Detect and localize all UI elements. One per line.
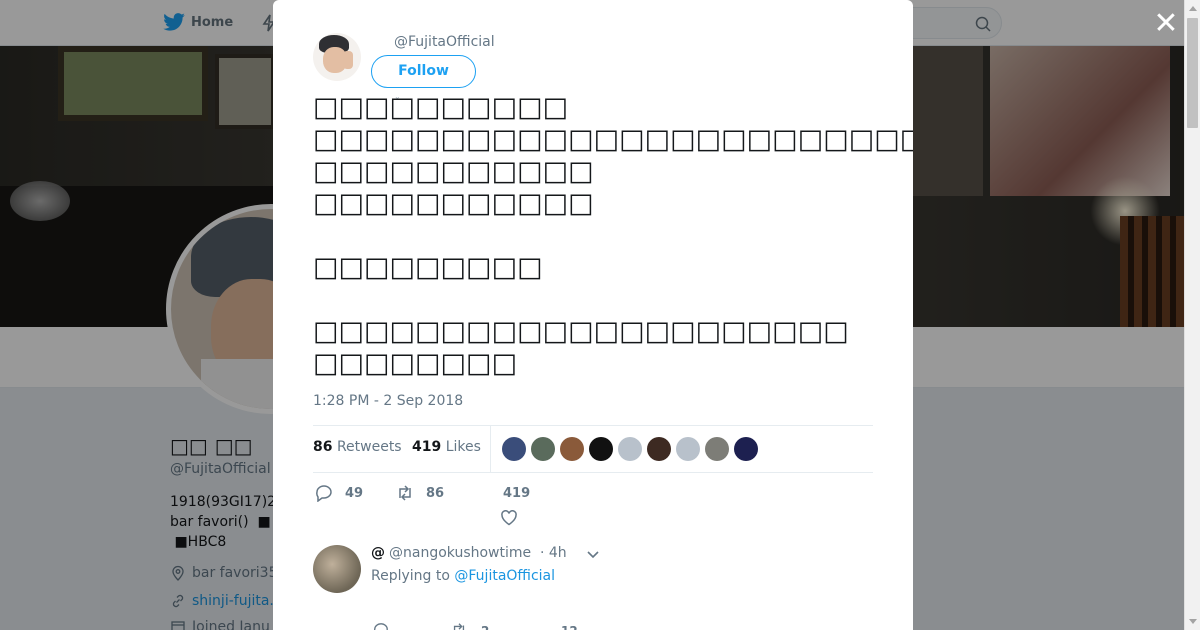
tweet-text-line: □□□□□□□□□□□□□□□□□□□□□ (313, 316, 849, 347)
reply-icon[interactable] (373, 622, 389, 630)
retweet-icon (399, 485, 411, 501)
replying-to-prefix: Replying to (371, 568, 450, 584)
author-handle[interactable]: @FujitaOfficial (394, 34, 495, 50)
reply-button[interactable]: 49 (315, 484, 363, 502)
liker-avatar[interactable] (618, 437, 642, 461)
reply-author-name[interactable]: @ (371, 545, 385, 561)
tweet-modal: @FujitaOfficial Follow ⌄ □□□□□□□□□□ □□□□… (273, 0, 913, 630)
retweet-count: 86 (426, 485, 445, 501)
retweet-icon[interactable] (451, 622, 467, 630)
scroll-down-arrow[interactable] (1189, 619, 1197, 624)
liker-avatar[interactable] (734, 437, 758, 461)
reply-avatar[interactable] (313, 545, 361, 593)
tweet-text-line (313, 284, 913, 316)
liker-avatar[interactable] (705, 437, 729, 461)
likers-avatars (502, 437, 758, 461)
reply-author-handle[interactable]: @nangokushowtime (389, 545, 531, 561)
reply-count: 49 (345, 485, 364, 501)
liker-avatar[interactable] (676, 437, 700, 461)
reply-actions: 2 12 (371, 622, 671, 630)
reply-tweet[interactable]: @ @nangokushowtime · 4h Replying to @Fuj… (313, 545, 873, 630)
likes-count: 419 (412, 439, 442, 455)
liker-avatar[interactable] (589, 437, 613, 461)
like-count: 419 (503, 486, 531, 501)
tweet-text: □□□□□□□□□□ □□□□□□□□□□□□□□□□□□□□□□□□ □□□□□… (313, 92, 913, 380)
tweet-text-line: □□□□□□□□□ (313, 252, 543, 283)
tweet-text-line (313, 220, 913, 252)
tweet-text-line: □□□□□□□□ (313, 348, 518, 379)
liker-avatar[interactable] (647, 437, 671, 461)
liker-avatar[interactable] (502, 437, 526, 461)
liker-avatar[interactable] (560, 437, 584, 461)
tweet-text-line: □□□□□□□□□□□□□□□□□□□□□□□□□□□□□□□□□□□□□ (313, 124, 913, 155)
follow-button[interactable]: Follow (371, 55, 476, 88)
replying-to: Replying to @FujitaOfficial (371, 568, 555, 584)
reply-icon (316, 485, 332, 502)
close-icon[interactable]: ✕ (1152, 9, 1180, 39)
liker-avatar[interactable] (531, 437, 555, 461)
tweet-text-line: □□□□□□□□□□□ (313, 156, 594, 187)
scroll-up-arrow[interactable] (1189, 6, 1197, 11)
likes-label: Likes (445, 439, 481, 455)
reply-retweet-count: 2 (481, 624, 489, 630)
heart-icon[interactable] (500, 509, 518, 527)
tweet-text-line: □□□□□□□□□□ (313, 92, 569, 123)
retweets-count: 86 (313, 439, 333, 455)
retweets-label: Retweets (336, 439, 402, 455)
author-avatar[interactable] (313, 33, 361, 81)
tweet-text-line: □□□□□□□□□□□ (313, 188, 594, 219)
replying-to-handle[interactable]: @FujitaOfficial (454, 568, 555, 584)
stats-divider (490, 426, 491, 473)
retweet-button[interactable]: 86 (396, 484, 444, 502)
retweets-stat[interactable]: 86 Retweets (313, 439, 402, 455)
tweet-actions: 49 86 419 (313, 484, 873, 534)
scrollbar[interactable] (1184, 0, 1200, 630)
reply-like-count: 12 (561, 624, 578, 630)
tweet-timestamp[interactable]: 1:28 PM - 2 Sep 2018 (313, 393, 463, 409)
tweet-stats: 86 Retweets 419 Likes (313, 425, 873, 473)
likes-stat[interactable]: 419 Likes (412, 439, 481, 455)
reply-time[interactable]: · 4h (540, 545, 567, 561)
chevron-down-icon[interactable] (586, 547, 600, 561)
scroll-thumb[interactable] (1187, 18, 1198, 128)
